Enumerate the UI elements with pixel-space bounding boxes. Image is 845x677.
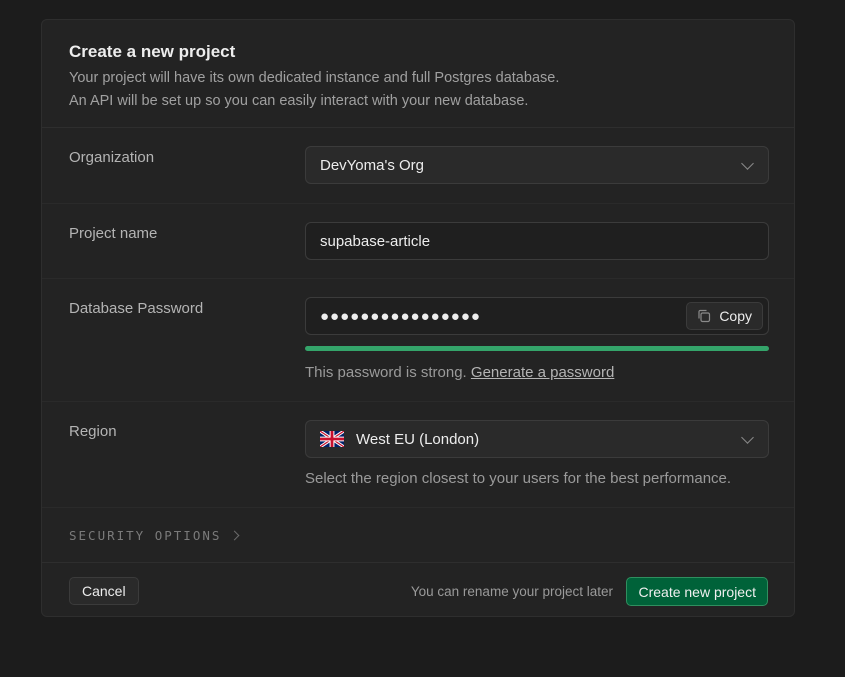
organization-label: Organization: [69, 149, 155, 166]
chevron-down-icon: [741, 431, 754, 444]
security-options-toggle[interactable]: SECURITY OPTIONS: [69, 528, 240, 543]
organization-row: Organization DevYoma's Org: [42, 128, 794, 204]
create-project-button[interactable]: Create new project: [626, 577, 768, 606]
chevron-down-icon: [741, 157, 754, 170]
region-label: Region: [69, 423, 117, 440]
organization-value: DevYoma's Org: [320, 156, 425, 174]
project-name-value: supabase-article: [320, 232, 431, 250]
security-options-label: SECURITY OPTIONS: [69, 528, 222, 543]
copy-label: Copy: [719, 308, 752, 324]
project-name-input[interactable]: supabase-article: [305, 222, 769, 260]
copy-icon: [698, 309, 711, 323]
cancel-button[interactable]: Cancel: [69, 577, 139, 605]
password-strength-bar: [305, 346, 769, 351]
password-strength-text: This password is strong.: [305, 364, 467, 381]
uk-flag-icon: [320, 431, 344, 447]
database-password-row: Database Password ●●●●●●●●●●●●●●●● Copy …: [42, 279, 794, 402]
password-strength-fill: [305, 346, 769, 351]
organization-select[interactable]: DevYoma's Org: [305, 146, 769, 184]
card-title: Create a new project: [69, 42, 236, 61]
generate-password-link[interactable]: Generate a password: [471, 364, 614, 381]
region-hint: Select the region closest to your users …: [305, 470, 732, 487]
chevron-right-icon: [229, 530, 240, 541]
description-line-1: Your project will have its own dedicated…: [69, 70, 560, 86]
card-description: Your project will have its own dedicated…: [69, 67, 767, 113]
project-name-label: Project name: [69, 225, 158, 242]
create-project-card: Create a new project Your project will h…: [41, 19, 795, 617]
copy-password-button[interactable]: Copy: [686, 302, 763, 330]
region-value: West EU (London): [356, 430, 480, 448]
card-header: Create a new project Your project will h…: [42, 20, 794, 128]
database-password-input[interactable]: ●●●●●●●●●●●●●●●● Copy: [305, 297, 769, 335]
region-row: Region West EU (London) Select the regio…: [42, 402, 794, 508]
description-line-2: An API will be set up so you can easily …: [69, 93, 529, 109]
card-footer: Cancel You can rename your project later…: [42, 562, 794, 616]
password-masked-value: ●●●●●●●●●●●●●●●●: [320, 307, 481, 325]
rename-note: You can rename your project later: [410, 584, 613, 599]
project-name-row: Project name supabase-article: [42, 204, 794, 279]
database-password-label: Database Password: [69, 300, 204, 317]
password-strength-hint: This password is strong. Generate a pass…: [305, 364, 614, 381]
region-select[interactable]: West EU (London): [305, 420, 769, 458]
